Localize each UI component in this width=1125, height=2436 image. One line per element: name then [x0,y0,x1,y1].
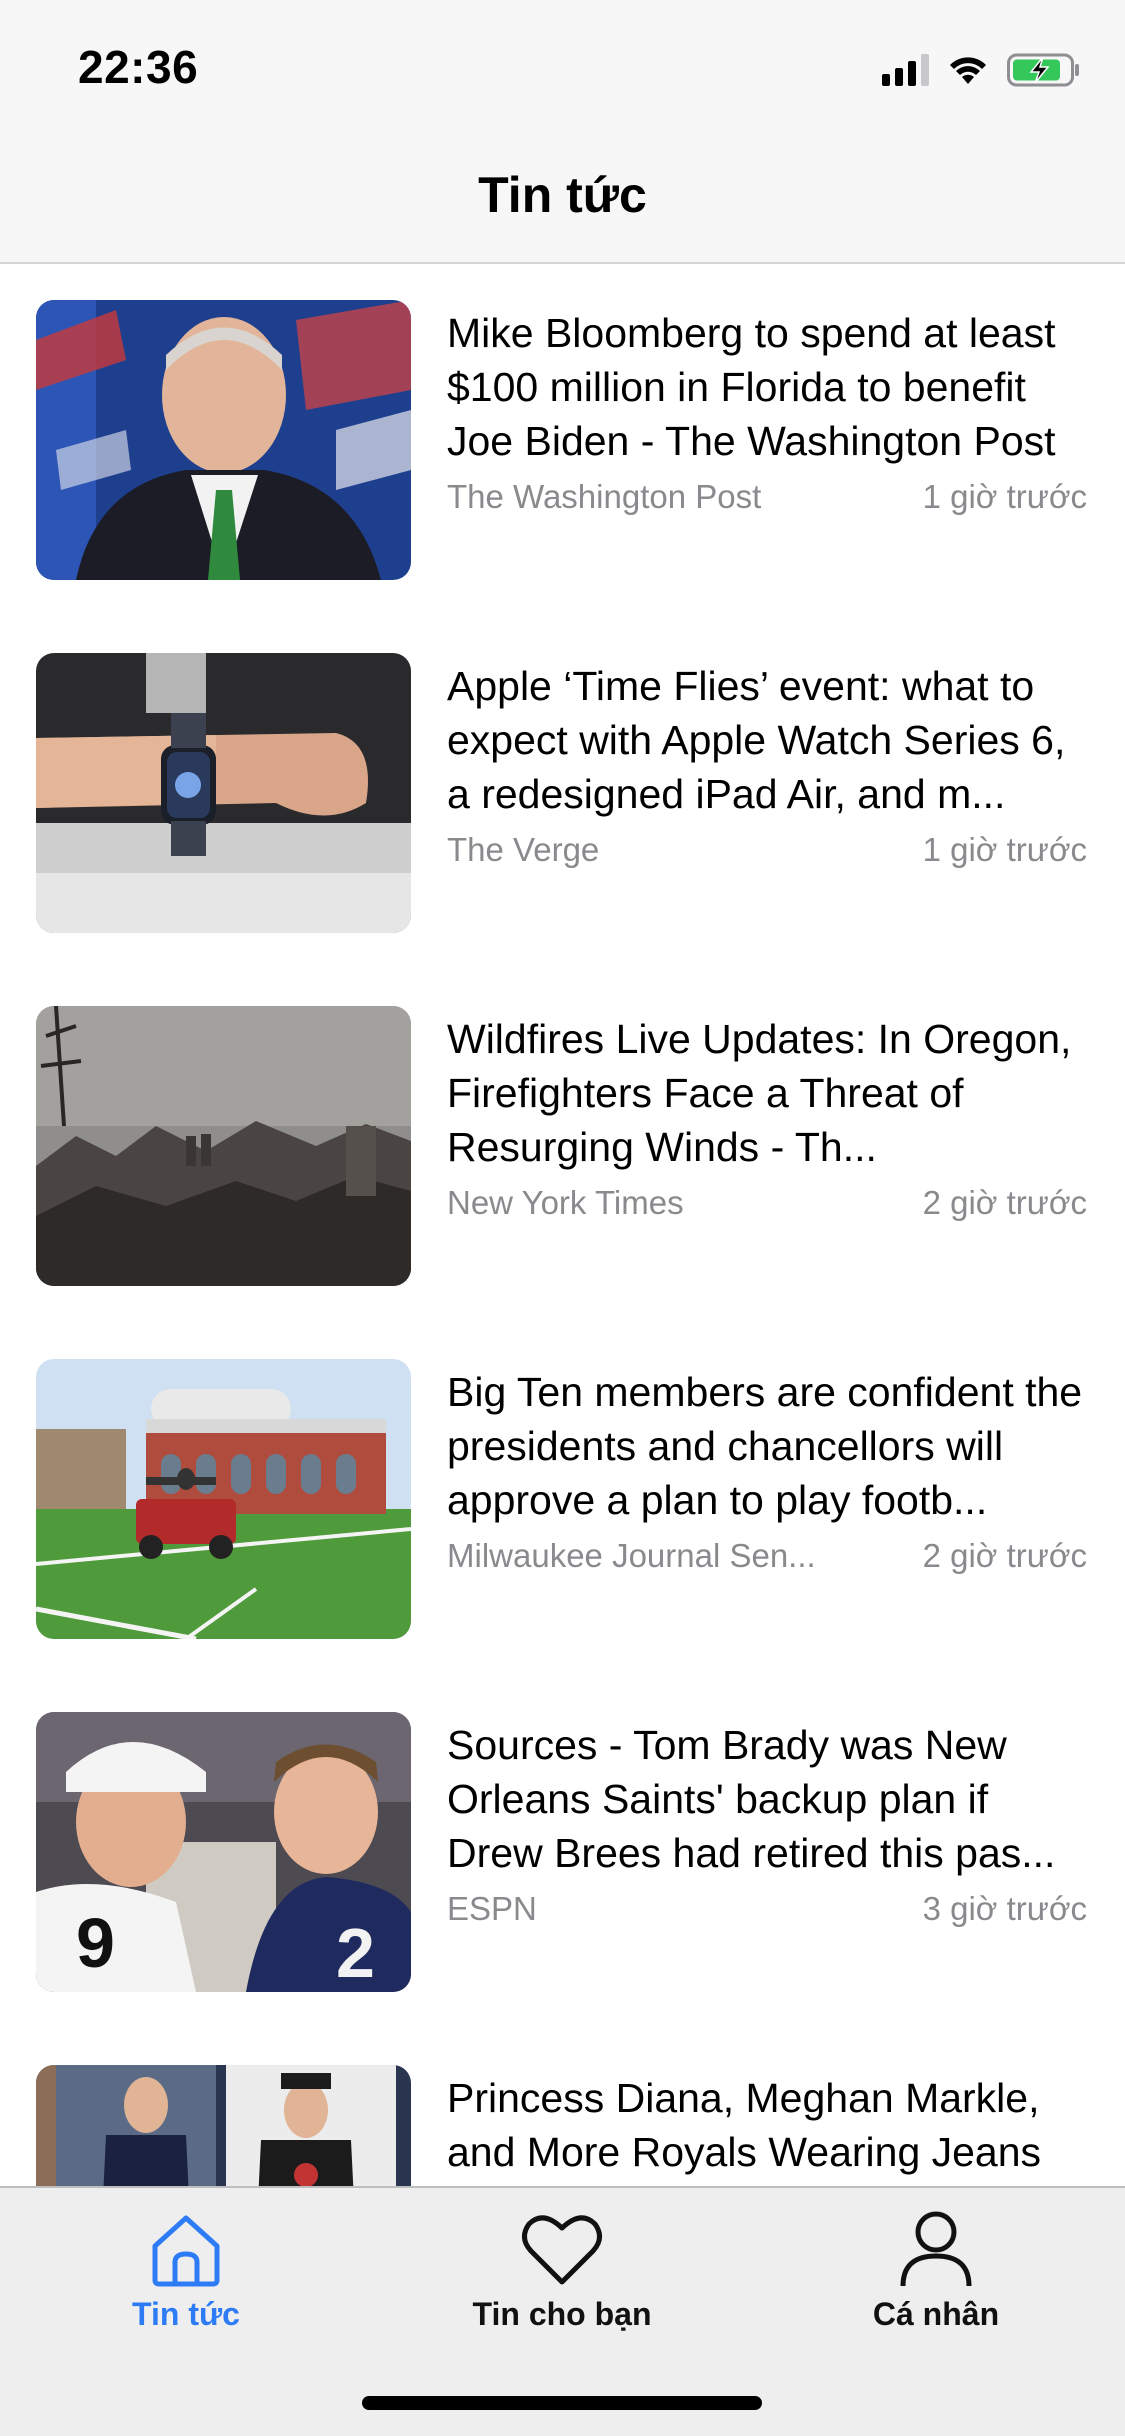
news-thumbnail [36,1359,411,1639]
news-list[interactable]: Mike Bloomberg to spend at least $100 mi… [0,266,1125,2186]
person-icon [900,2211,972,2287]
news-meta: The Washington Post 1 giờ trước [447,478,1087,522]
news-item[interactable]: Princess Diana, Meghan Markle, and More … [0,2031,1125,2186]
navigation-bar: Tin tức [0,132,1125,264]
home-icon [152,2215,220,2287]
news-title[interactable]: Princess Diana, Meghan Markle, and More … [447,2071,1087,2179]
cellular-signal-icon [882,54,929,86]
news-item[interactable]: Apple ‘Time Flies’ event: what to expect… [0,619,1125,933]
news-title[interactable]: Apple ‘Time Flies’ event: what to expect… [447,659,1087,821]
news-source: New York Times [447,1184,684,1221]
news-time: 3 giờ trước [922,1890,1087,1927]
status-bar: 22:36 [0,0,1125,132]
news-source: ESPN [447,1890,537,1927]
news-item[interactable]: Big Ten members are confident the presid… [0,1325,1125,1639]
news-time: 2 giờ trước [922,1184,1087,1221]
tab-label: Cá nhân [872,2296,1000,2332]
page-title: Tin tức [478,167,647,223]
news-meta: The Verge 1 giờ trước [447,831,1087,875]
home-indicator[interactable] [362,2396,762,2410]
news-title[interactable]: Mike Bloomberg to spend at least $100 mi… [447,306,1087,468]
heart-icon [522,2215,602,2285]
news-source: The Washington Post [447,478,762,515]
news-item[interactable]: Mike Bloomberg to spend at least $100 mi… [0,266,1125,580]
news-source: Milwaukee Journal Sen... [447,1537,816,1574]
status-icons [882,50,1081,90]
tab-profile[interactable]: Cá nhân [786,2206,1086,2356]
news-source: The Verge [447,831,600,868]
news-time: 1 giờ trước [922,831,1087,868]
news-item[interactable]: 9 2 Sources - Tom Brady was New Orleans … [0,1678,1125,1992]
news-app-screen: 22:36 Tin tức Mike Bloomberg to spend at… [0,0,1125,2436]
news-time: 2 giờ trước [922,1537,1087,1574]
news-item[interactable]: Wildfires Live Updates: In Oregon, Firef… [0,972,1125,1286]
news-meta: New York Times 2 giờ trước [447,1184,1087,1228]
news-title[interactable]: Big Ten members are confident the presid… [447,1365,1087,1527]
tab-news[interactable]: Tin tức [36,2206,336,2356]
news-meta: ESPN 3 giờ trước [447,1890,1087,1934]
news-time: 1 giờ trước [922,478,1087,515]
svg-text:9: 9 [76,1904,115,1982]
svg-text:2: 2 [336,1914,375,1992]
news-thumbnail [36,1006,411,1286]
tab-for-you[interactable]: Tin cho bạn [412,2206,712,2356]
status-time: 22:36 [78,41,199,93]
news-thumbnail [36,653,411,933]
news-title[interactable]: Wildfires Live Updates: In Oregon, Firef… [447,1012,1087,1174]
tab-label: Tin cho bạn [472,2296,652,2332]
news-thumbnail [36,300,411,580]
news-thumbnail: 9 2 [36,1712,411,1992]
tab-label: Tin tức [132,2296,240,2332]
battery-charging-icon [1007,53,1079,87]
news-meta: Milwaukee Journal Sen... 2 giờ trước [447,1537,1087,1581]
news-thumbnail [36,2065,411,2186]
news-title[interactable]: Sources - Tom Brady was New Orleans Sain… [447,1718,1087,1880]
wifi-icon [950,57,986,84]
